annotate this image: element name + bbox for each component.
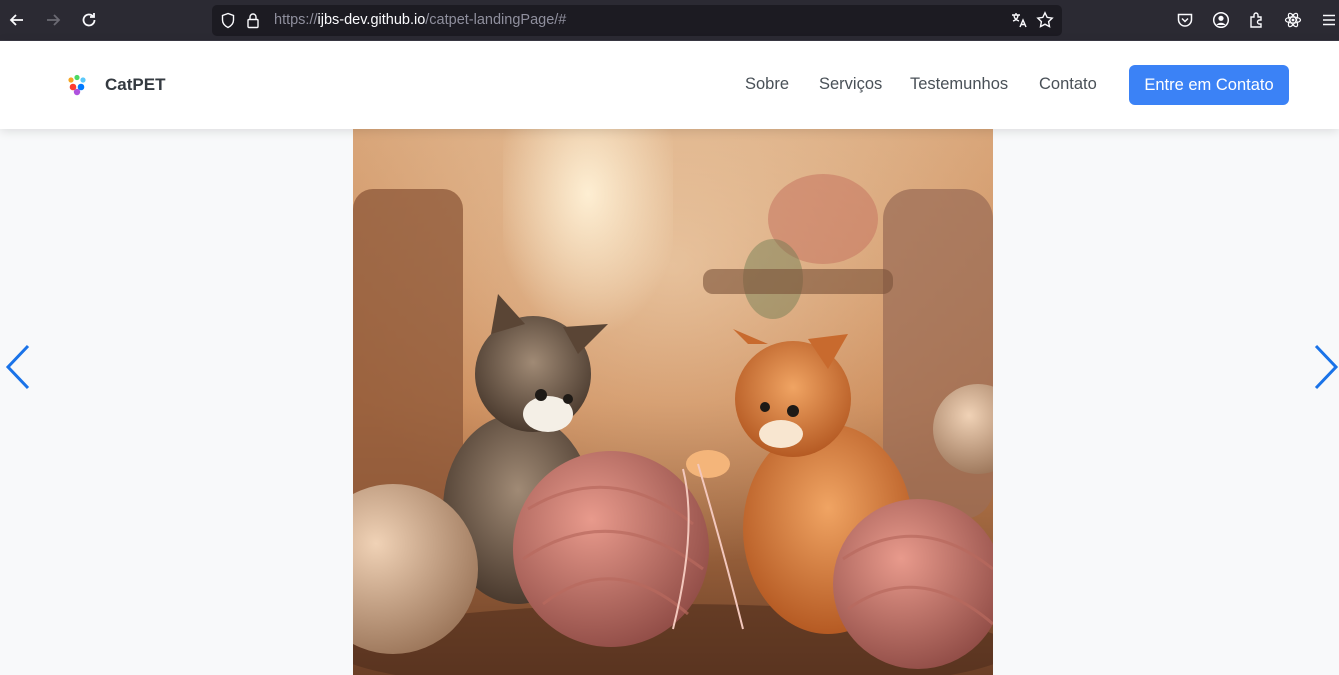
extensions-icon[interactable] bbox=[1247, 10, 1267, 30]
site-header: CatPET Sobre Serviços Testemunhos Contat… bbox=[0, 41, 1339, 129]
brand-name[interactable]: CatPET bbox=[105, 75, 165, 95]
url-path: /catpet-landingPage/# bbox=[425, 12, 567, 28]
pocket-icon[interactable] bbox=[1175, 10, 1195, 30]
reload-icon[interactable] bbox=[78, 9, 100, 31]
carousel-slide-image bbox=[353, 129, 993, 675]
carousel-prev-icon[interactable] bbox=[4, 343, 34, 391]
nav-link-contato[interactable]: Contato bbox=[1039, 75, 1097, 94]
paw-logo-icon[interactable] bbox=[66, 74, 88, 96]
url-text[interactable]: https://ijbs-dev.github.io/catpet-landin… bbox=[274, 12, 566, 28]
react-devtools-icon[interactable] bbox=[1283, 10, 1303, 30]
browser-toolbar: https://ijbs-dev.github.io/catpet-landin… bbox=[0, 0, 1339, 41]
menu-icon[interactable] bbox=[1319, 10, 1339, 30]
lock-icon[interactable] bbox=[246, 12, 260, 29]
contact-cta-button[interactable]: Entre em Contato bbox=[1129, 65, 1289, 105]
bookmark-star-icon[interactable] bbox=[1036, 11, 1054, 29]
url-domain: ijbs-dev.github.io bbox=[317, 12, 426, 28]
url-bar[interactable]: https://ijbs-dev.github.io/catpet-landin… bbox=[212, 5, 1062, 36]
nav-link-sobre[interactable]: Sobre bbox=[745, 75, 789, 94]
nav-link-servicos[interactable]: Serviços bbox=[819, 75, 882, 94]
nav-link-testemunhos[interactable]: Testemunhos bbox=[910, 75, 1008, 94]
account-icon[interactable] bbox=[1211, 10, 1231, 30]
translate-icon[interactable] bbox=[1010, 11, 1028, 29]
carousel-next-icon[interactable] bbox=[1310, 343, 1339, 391]
back-icon[interactable] bbox=[6, 9, 28, 31]
shield-icon[interactable] bbox=[220, 12, 236, 29]
url-prefix: https:// bbox=[274, 12, 318, 28]
forward-icon[interactable] bbox=[42, 9, 64, 31]
hero-carousel bbox=[0, 129, 1339, 675]
